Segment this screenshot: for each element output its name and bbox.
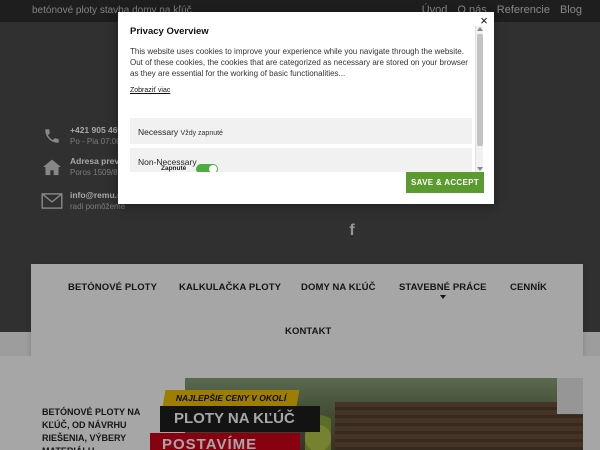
accordion-non-necessary[interactable]: Non-Necessary Zapnuté: [130, 148, 472, 172]
toggle-label: Zapnuté: [161, 165, 187, 172]
cookie-modal: × Privacy Overview This website uses coo…: [118, 12, 494, 204]
toggle-knob: [209, 165, 217, 172]
necessary-label: Necessary: [138, 127, 179, 137]
necessary-title: Necessary Vždy zapnuté: [138, 127, 223, 137]
cookie-modal-content: Privacy Overview This website uses cooki…: [130, 26, 476, 172]
necessary-status: Vždy zapnuté: [180, 130, 223, 137]
scroll-up-icon[interactable]: [477, 27, 483, 31]
scroll-thumb[interactable]: [477, 34, 483, 146]
accordion-necessary[interactable]: Necessary Vždy zapnuté: [130, 118, 472, 144]
show-more-link[interactable]: Zobraziť viac: [130, 87, 170, 94]
save-accept-button[interactable]: SAVE & ACCEPT: [406, 172, 484, 193]
non-necessary-toggle[interactable]: [196, 164, 218, 172]
cookie-modal-title: Privacy Overview: [130, 26, 209, 37]
cookie-description: This website uses cookies to improve you…: [130, 47, 468, 78]
scroll-down-icon[interactable]: [477, 167, 483, 171]
modal-scrollbar[interactable]: [475, 26, 483, 172]
